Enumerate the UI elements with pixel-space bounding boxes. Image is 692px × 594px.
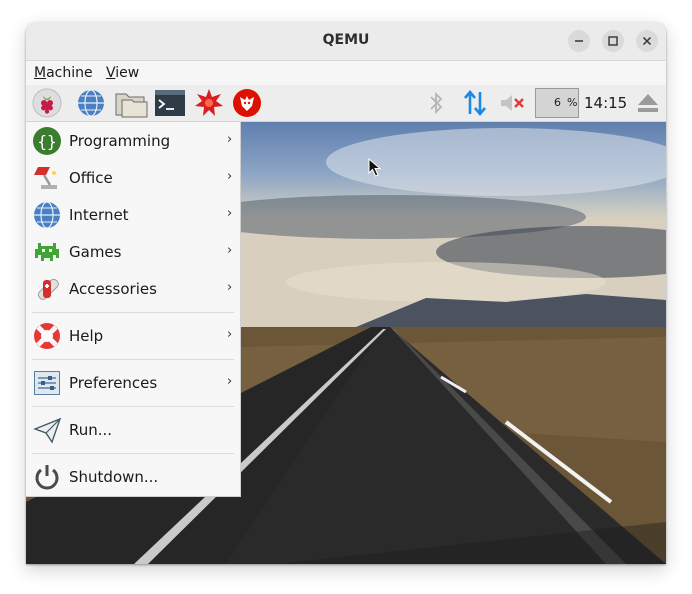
start-menu-item-internet[interactable]: Internet › — [26, 197, 240, 233]
start-menu-item-games[interactable]: Games › — [26, 234, 240, 270]
start-menu-item-label: Accessories — [69, 280, 157, 298]
menu-view[interactable]: View — [106, 65, 139, 81]
start-menu-item-label: Run... — [69, 421, 113, 439]
title-bar[interactable]: QEMU — [26, 22, 666, 61]
start-menu-item-label: Preferences — [69, 374, 158, 392]
menu-separator — [32, 359, 234, 360]
start-menu-item-label: Internet — [69, 206, 129, 224]
preferences-icon — [34, 371, 60, 395]
close-icon — [642, 36, 652, 46]
taskbar: 6 % 14:15 — [26, 85, 666, 122]
clock[interactable]: 14:15 — [584, 94, 627, 112]
menu-separator — [32, 453, 234, 454]
bluetooth-icon[interactable] — [424, 88, 454, 118]
help-icon — [34, 323, 60, 349]
menu-bar: Machine View — [26, 61, 666, 85]
start-menu-item-label: Programming — [69, 132, 171, 150]
start-menu: {} Programming › Office › Internet › Gam… — [26, 122, 241, 497]
menu-view-label: iew — [115, 65, 140, 81]
start-menu-item-label: Games — [69, 243, 122, 261]
terminal-icon[interactable] — [154, 88, 185, 118]
internet-icon — [34, 201, 60, 229]
office-icon — [34, 167, 57, 189]
raspberry-menu-icon[interactable] — [32, 88, 62, 118]
start-menu-item-run[interactable]: Run... — [26, 412, 240, 448]
menu-machine-mnemonic: M — [34, 65, 47, 81]
programming-icon: {} — [33, 127, 61, 155]
start-menu-item-preferences[interactable]: Preferences › — [26, 365, 240, 401]
svg-text:{}: {} — [37, 132, 56, 151]
submenu-arrow-icon: › — [227, 206, 233, 221]
start-menu-item-help[interactable]: Help › — [26, 318, 240, 354]
start-menu-item-label: Office — [69, 169, 113, 187]
mouse-pointer-icon — [368, 158, 382, 177]
cpu-value: 6 — [554, 96, 561, 109]
start-menu-item-label: Help — [69, 327, 104, 345]
eject-icon[interactable] — [634, 88, 664, 118]
submenu-arrow-icon: › — [227, 327, 233, 342]
run-icon — [33, 417, 62, 444]
start-menu-item-label: Shutdown... — [69, 468, 159, 486]
accessories-icon — [37, 278, 59, 300]
start-menu-item-office[interactable]: Office › — [26, 160, 240, 196]
close-button[interactable] — [636, 30, 658, 52]
maximize-icon — [608, 36, 618, 46]
start-menu-item-accessories[interactable]: Accessories › — [26, 271, 240, 307]
qemu-window: QEMU Machine View 6 % 14:15 {} Programmi… — [26, 22, 666, 564]
menu-machine-label: achine — [46, 65, 93, 81]
menu-separator — [32, 312, 234, 313]
submenu-arrow-icon: › — [227, 374, 233, 389]
shutdown-icon — [35, 465, 59, 490]
submenu-arrow-icon: › — [227, 243, 233, 258]
start-menu-item-shutdown[interactable]: Shutdown... — [26, 459, 240, 495]
menu-view-mnemonic: V — [106, 65, 116, 81]
start-menu-item-programming[interactable]: {} Programming › — [26, 123, 240, 159]
web-browser-icon[interactable] — [76, 88, 106, 118]
volume-muted-icon[interactable] — [498, 88, 528, 118]
network-icon[interactable] — [460, 88, 490, 118]
submenu-arrow-icon: › — [227, 132, 233, 147]
submenu-arrow-icon: › — [227, 280, 233, 295]
cpu-unit: % — [567, 96, 578, 109]
wolfram-icon[interactable] — [232, 88, 262, 118]
minimize-button[interactable] — [568, 30, 590, 52]
menu-machine[interactable]: Machine — [34, 65, 93, 81]
maximize-button[interactable] — [602, 30, 624, 52]
mathematica-icon[interactable] — [194, 88, 224, 118]
cpu-monitor[interactable]: 6 % — [535, 88, 579, 118]
file-manager-icon[interactable] — [114, 88, 148, 118]
submenu-arrow-icon: › — [227, 169, 233, 184]
guest-display[interactable]: 6 % 14:15 {} Programming › Office › Inte… — [26, 85, 666, 564]
games-icon — [35, 243, 59, 261]
menu-separator — [32, 406, 234, 407]
minimize-icon — [575, 40, 583, 42]
